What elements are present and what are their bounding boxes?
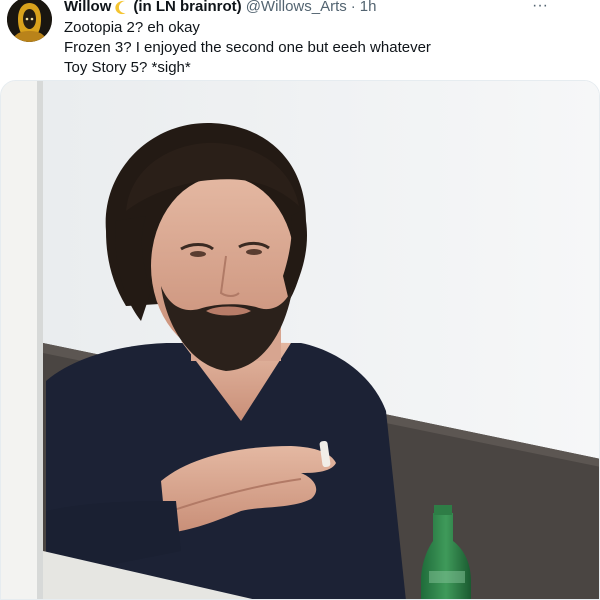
tweet-media-image[interactable] bbox=[0, 80, 600, 600]
user-handle[interactable]: @Willows_Arts bbox=[246, 0, 347, 16]
tweet-header: Willow (in LN brainrot) @Willows_Arts · … bbox=[64, 0, 376, 16]
tweet-text-line: Frozen 3? I enjoyed the second one but e… bbox=[64, 39, 431, 56]
more-options-icon[interactable]: ··· bbox=[532, 0, 548, 15]
display-name[interactable]: Willow bbox=[64, 0, 111, 16]
display-name-suffix[interactable]: (in LN brainrot) bbox=[133, 0, 241, 16]
tweet-text-line: Toy Story 5? *sigh* bbox=[64, 59, 191, 76]
tweet-text-line: Zootopia 2? eh okay bbox=[64, 19, 200, 36]
tweet-text: Zootopia 2? eh okay Frozen 3? I enjoyed … bbox=[64, 18, 431, 78]
tweet[interactable]: Willow (in LN brainrot) @Willows_Arts · … bbox=[0, 0, 600, 600]
timestamp[interactable]: 1h bbox=[360, 0, 377, 16]
crescent-moon-icon bbox=[114, 0, 130, 15]
avatar[interactable] bbox=[7, 0, 52, 42]
separator-dot: · bbox=[350, 0, 356, 15]
meme-photo bbox=[1, 81, 599, 599]
